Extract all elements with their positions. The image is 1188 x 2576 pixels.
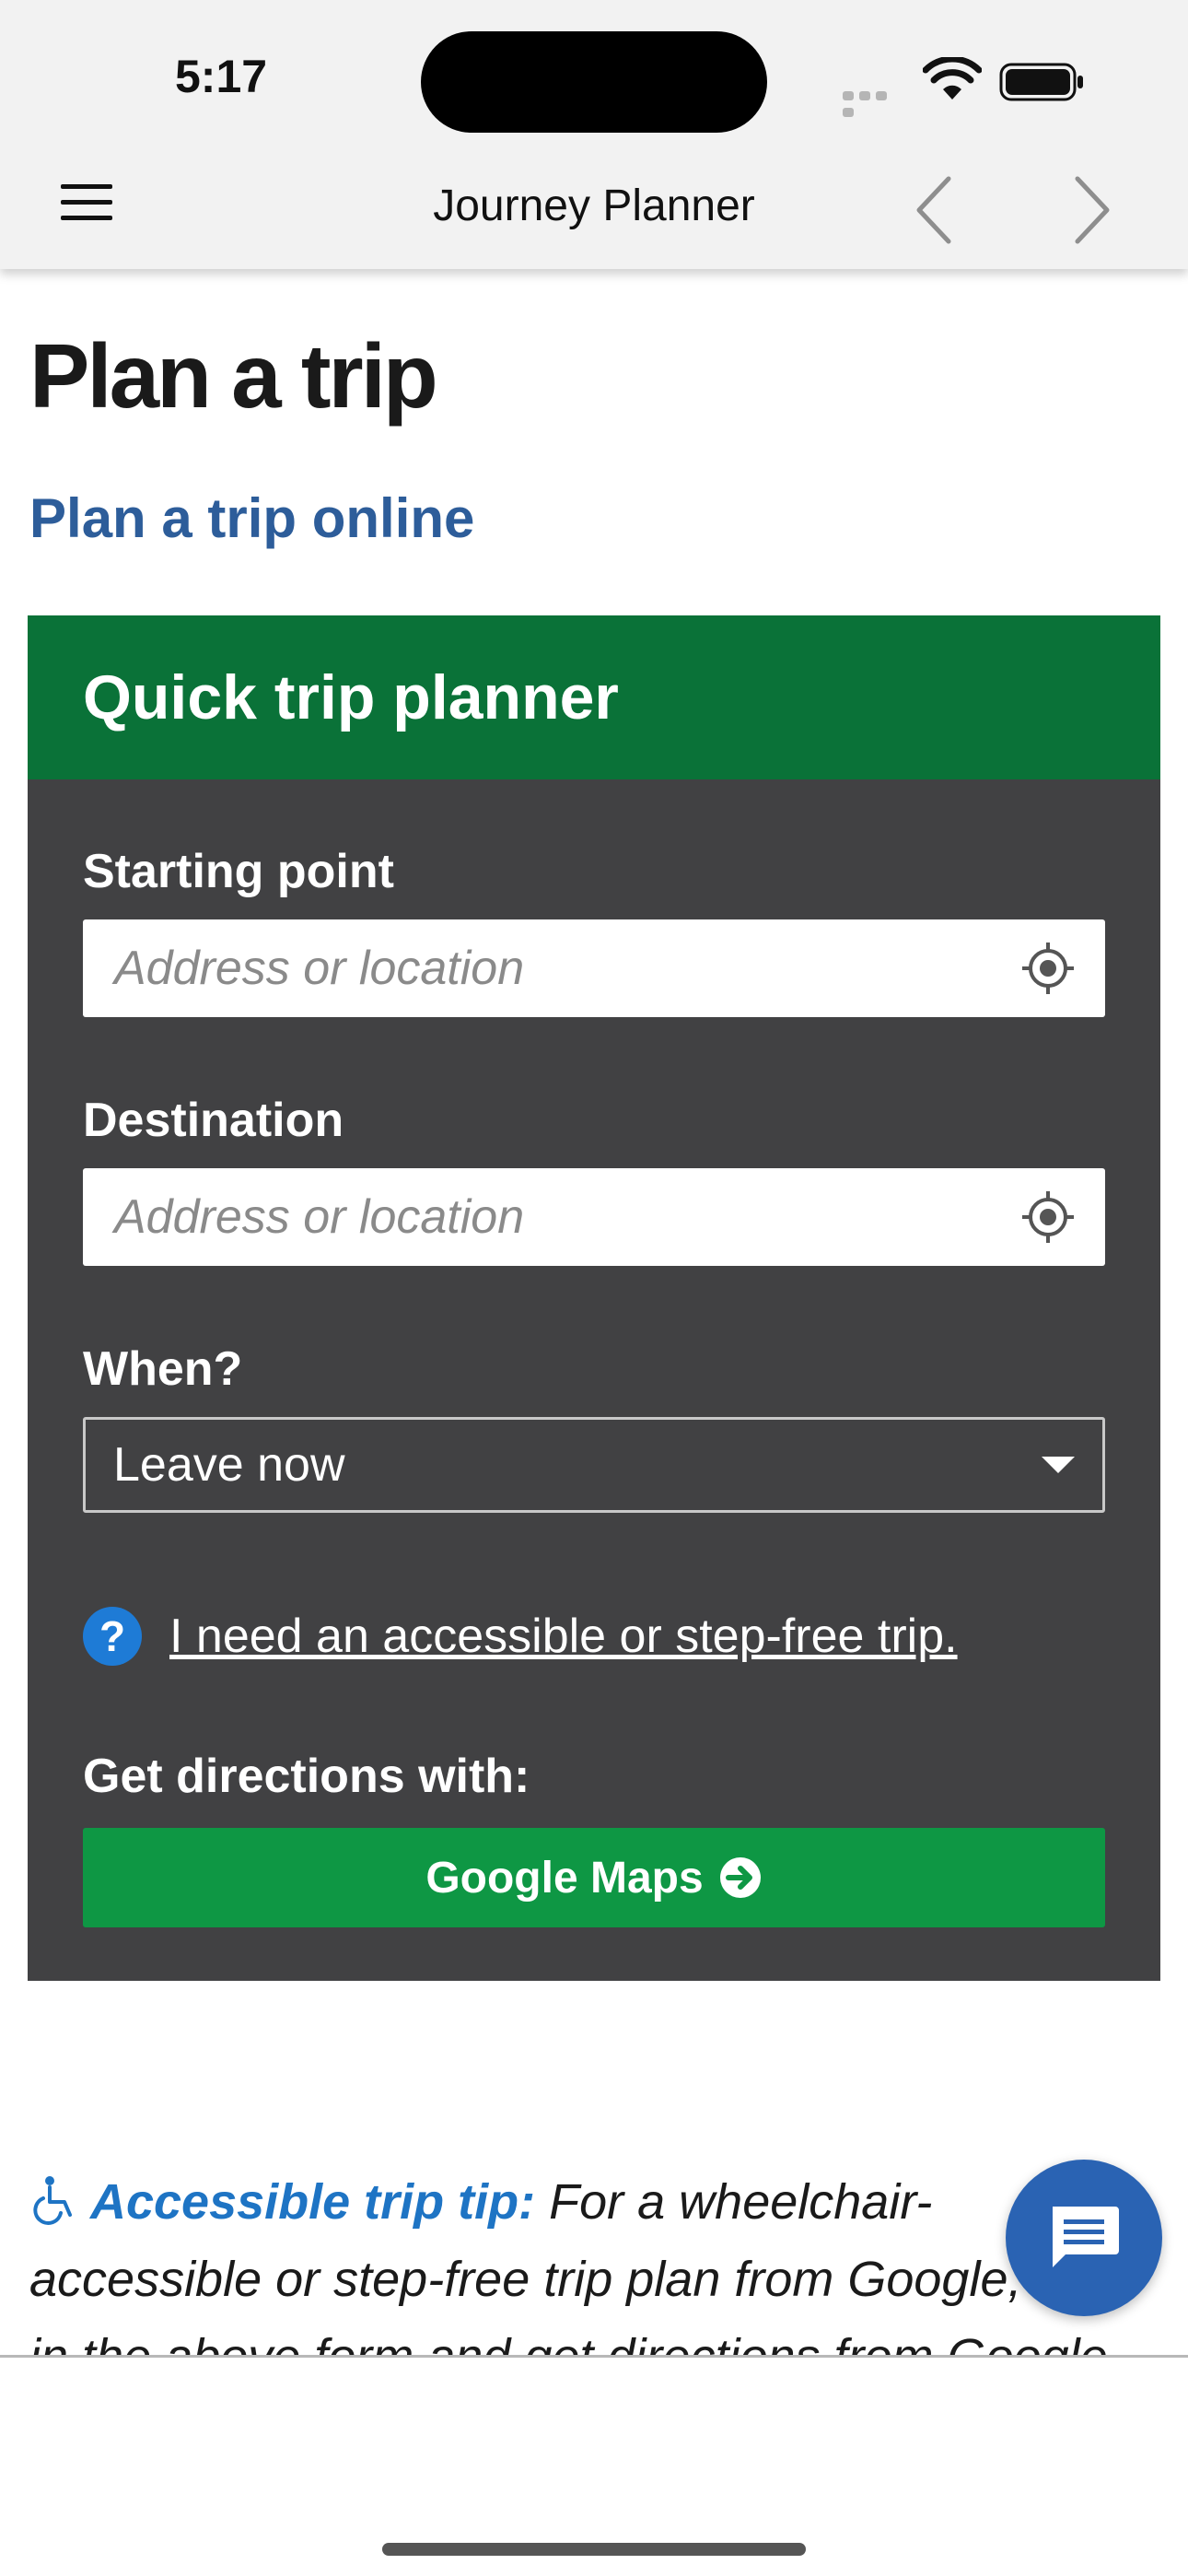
planner-heading: Quick trip planner xyxy=(83,662,619,732)
crosshair-location-icon[interactable] xyxy=(1020,1189,1076,1245)
cellular-signal-icon xyxy=(843,88,907,117)
top-bar: 5:17 Journey Planner xyxy=(0,0,1188,269)
wifi-icon xyxy=(923,57,982,100)
wheelchair-icon xyxy=(33,2176,72,2225)
battery-icon xyxy=(999,63,1083,101)
crosshair-location-icon[interactable] xyxy=(1020,941,1076,996)
accessible-trip-link[interactable]: I need an accessible or step-free trip. xyxy=(169,1609,958,1664)
nav-title: Journey Planner xyxy=(433,181,755,230)
quick-trip-planner: Quick trip planner Starting point Addres… xyxy=(28,615,1160,1981)
page-title: Plan a trip xyxy=(29,325,438,427)
when-label: When? xyxy=(83,1342,243,1396)
accessible-trip-row: ? I need an accessible or step-free trip… xyxy=(83,1607,958,1666)
dropdown-caret-icon xyxy=(1042,1457,1075,1473)
google-maps-button-label: Google Maps xyxy=(425,1853,704,1903)
when-selected-value: Leave now xyxy=(113,1438,345,1492)
starting-point-label: Starting point xyxy=(83,845,394,898)
chevron-right-icon[interactable] xyxy=(1068,173,1114,247)
destination-label: Destination xyxy=(83,1094,344,1147)
chat-button[interactable] xyxy=(1006,2160,1162,2316)
starting-point-input[interactable]: Address or location xyxy=(83,919,1105,1017)
directions-label: Get directions with: xyxy=(83,1750,530,1803)
home-indicator[interactable] xyxy=(382,2543,806,2556)
starting-point-placeholder: Address or location xyxy=(114,942,525,995)
google-maps-button[interactable]: Google Maps xyxy=(83,1828,1105,1927)
when-select[interactable]: Leave now xyxy=(83,1417,1105,1513)
planner-header: Quick trip planner xyxy=(28,615,1160,779)
plan-trip-online-link[interactable]: Plan a trip online xyxy=(29,486,474,550)
destination-input[interactable]: Address or location xyxy=(83,1168,1105,1266)
destination-placeholder: Address or location xyxy=(114,1190,525,1244)
chevron-left-icon[interactable] xyxy=(912,173,958,247)
question-circle-icon[interactable]: ? xyxy=(83,1607,142,1666)
tip-title: Accessible trip tip: xyxy=(90,2174,536,2230)
status-time: 5:17 xyxy=(175,51,268,102)
arrow-right-circle-icon xyxy=(719,1857,761,1898)
chat-bubble-icon xyxy=(1053,2207,1119,2267)
dynamic-island xyxy=(421,31,767,133)
